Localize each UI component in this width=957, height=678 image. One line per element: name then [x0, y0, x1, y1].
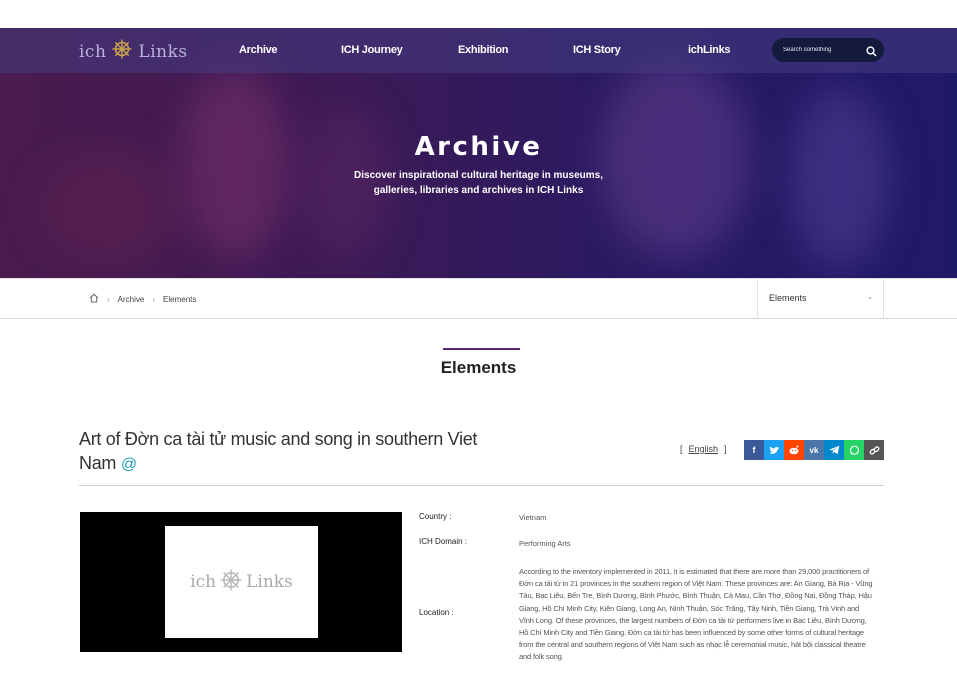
location-value: According to the inventory implemented i… — [519, 567, 873, 662]
ich-domain-label: ICH Domain : — [419, 537, 468, 546]
element-title: Art of Đờn ca tài tử music and song in s… — [79, 427, 519, 477]
section-title: Elements — [440, 358, 517, 377]
dharma-wheel-icon — [112, 39, 132, 64]
breadcrumb-elements[interactable]: Elements — [163, 295, 196, 304]
location-label: Location : — [419, 608, 454, 617]
bracket-open: [ — [680, 444, 683, 454]
logo-text-left: ich — [79, 41, 107, 62]
chevron-right-icon: › — [152, 294, 156, 304]
element-title-line1: Art of Đờn ca tài tử music and song in s… — [79, 429, 478, 449]
divider — [79, 485, 884, 486]
breadcrumb-bar: › Archive › Elements Elements ⌄ — [0, 278, 957, 319]
reddit-icon[interactable] — [784, 440, 804, 460]
media-logo-left: ich — [190, 572, 217, 592]
site-logo[interactable]: ich Links — [79, 39, 188, 64]
top-nav: ich Links Archive ICH Journey Exhibition… — [0, 28, 957, 73]
nav-exhibition[interactable]: Exhibition — [458, 44, 508, 56]
at-icon: @ — [120, 456, 137, 473]
search-input[interactable] — [783, 47, 863, 53]
hero-subtitle-line2: galleries, libraries and archives in ICH… — [373, 185, 584, 196]
search-icon[interactable] — [866, 44, 877, 62]
breadcrumb: › Archive › Elements — [89, 293, 196, 305]
nav-ich-story[interactable]: ICH Story — [573, 44, 621, 56]
country-value: Vietnam — [519, 513, 547, 522]
facebook-icon[interactable]: f — [744, 440, 764, 460]
breadcrumb-archive[interactable]: Archive — [118, 295, 145, 304]
dharma-wheel-icon — [220, 569, 242, 596]
nav-ichlinks[interactable]: ichLinks — [688, 44, 731, 56]
ich-domain-value: Performing Arts — [519, 539, 571, 548]
chevron-down-icon: ⌄ — [867, 294, 873, 301]
language-english-link[interactable]: English — [689, 444, 719, 454]
chevron-right-icon: › — [107, 294, 110, 304]
nav-archive[interactable]: Archive — [239, 44, 278, 56]
search-box — [772, 38, 884, 62]
category-select-value: Elements — [769, 293, 807, 303]
share-buttons: f vk — [744, 440, 884, 460]
hero-subtitle-line1: Discover inspirational cultural heritage… — [354, 170, 603, 181]
media-logo-right: Links — [246, 572, 293, 592]
twitter-icon[interactable] — [764, 440, 784, 460]
vk-icon[interactable]: vk — [804, 440, 824, 460]
bracket-close: ] — [724, 444, 727, 454]
link-icon[interactable] — [864, 440, 884, 460]
nav-ich-journey[interactable]: ICH Journey — [341, 44, 403, 56]
section-accent-bar — [443, 348, 520, 350]
home-icon[interactable] — [89, 293, 99, 305]
telegram-icon[interactable] — [824, 440, 844, 460]
country-label: Country : — [419, 512, 452, 521]
whatsapp-icon[interactable] — [844, 440, 864, 460]
language-switch: [ English] — [680, 444, 727, 454]
media-placeholder-logo: ich Links — [165, 526, 318, 638]
element-media[interactable]: ich Links — [80, 512, 402, 652]
element-title-line2: Nam — [79, 453, 117, 473]
hero-banner: ich Links Archive ICH Journey Exhibition… — [0, 28, 957, 278]
category-select[interactable]: Elements ⌄ — [757, 278, 884, 319]
hero-title: Archive — [414, 132, 543, 162]
logo-text-right: Links — [138, 41, 188, 62]
